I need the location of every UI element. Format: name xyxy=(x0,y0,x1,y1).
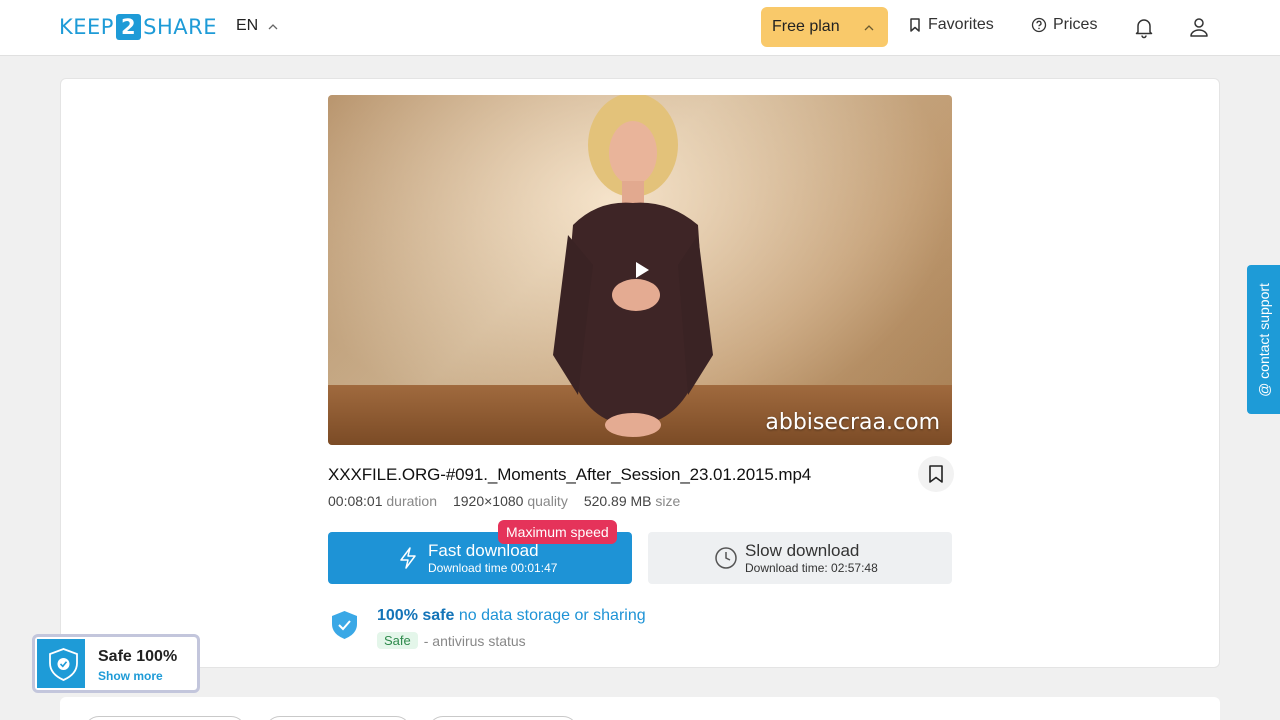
quality-label: quality xyxy=(527,493,568,509)
language-selector[interactable]: EN xyxy=(236,17,278,35)
safe-popup-icon-box xyxy=(37,639,85,688)
video-watermark: abbisecraa.com xyxy=(765,410,940,435)
shield-check-icon xyxy=(49,648,78,681)
contact-support-label: @ contact support xyxy=(1255,282,1272,397)
logo-text-right: SHARE xyxy=(143,15,217,39)
bookmark-icon xyxy=(910,18,920,32)
bell-icon[interactable] xyxy=(1132,15,1156,39)
file-name: XXXFILE.ORG-#091._Moments_After_Session_… xyxy=(328,465,812,484)
size-value: 520.89 MB xyxy=(583,493,652,509)
duration-meta: 00:08:01 duration xyxy=(328,493,437,509)
free-plan-label: Free plan xyxy=(772,18,840,35)
antivirus-status-text: - antivirus status xyxy=(423,632,526,649)
clock-icon xyxy=(715,547,737,569)
slow-download-button[interactable]: Slow download Download time: 02:57:48 xyxy=(648,532,952,584)
logo-text-left: KEEP xyxy=(59,15,114,39)
bottom-section xyxy=(60,697,1220,720)
quality-meta: 1920×1080 quality xyxy=(453,493,568,509)
quality-value: 1920×1080 xyxy=(452,493,524,509)
chevron-up-icon xyxy=(268,23,278,29)
help-circle-icon xyxy=(1031,17,1047,33)
slow-download-time: Download time: 02:57:48 xyxy=(745,561,878,575)
bottom-tab[interactable] xyxy=(265,716,411,720)
bottom-tab[interactable] xyxy=(428,716,578,720)
bottom-tab[interactable] xyxy=(84,716,246,720)
free-plan-button[interactable]: Free plan xyxy=(761,7,888,47)
safe-popup-title: Safe 100% xyxy=(98,648,178,665)
video-preview[interactable]: abbisecraa.com xyxy=(328,95,952,445)
slow-download-label: Slow download xyxy=(745,541,860,560)
safe-100-popup[interactable]: Safe 100% Show more xyxy=(32,634,200,693)
chevron-up-icon xyxy=(864,24,874,30)
language-label: EN xyxy=(236,17,259,34)
bookmark-icon xyxy=(929,465,943,483)
favorites-link[interactable]: Favorites xyxy=(908,16,994,34)
contact-support-tab[interactable]: @ contact support xyxy=(1247,265,1280,414)
top-header: KEEP 2 SHARE EN Free plan Favorites Pric… xyxy=(0,0,1280,56)
safety-rest[interactable]: no data storage or sharing xyxy=(459,607,646,624)
logo-text-mid: 2 xyxy=(115,14,142,40)
lightning-icon xyxy=(400,547,416,569)
safety-strong: 100% safe xyxy=(377,607,455,624)
fast-download-time: Download time 00:01:47 xyxy=(428,561,558,575)
user-icon[interactable] xyxy=(1187,15,1211,39)
file-meta: 00:08:01 duration 1920×1080 quality 520.… xyxy=(328,493,680,509)
keep2share-logo[interactable]: KEEP 2 SHARE xyxy=(59,14,217,40)
prices-link[interactable]: Prices xyxy=(1031,16,1097,34)
size-label: size xyxy=(655,493,681,509)
show-more-link[interactable]: Show more xyxy=(98,669,163,683)
play-icon[interactable] xyxy=(632,260,652,280)
antivirus-status: Safe - antivirus status xyxy=(377,632,526,649)
size-meta: 520.89 MB size xyxy=(584,493,681,509)
shield-check-icon xyxy=(332,611,357,639)
duration-value: 00:08:01 xyxy=(328,493,383,509)
safety-headline: 100% safe no data storage or sharing xyxy=(377,607,646,625)
duration-label: duration xyxy=(386,493,437,509)
prices-label: Prices xyxy=(1053,16,1098,33)
fast-download-label: Fast download xyxy=(428,541,539,560)
favorites-label: Favorites xyxy=(928,16,994,33)
safe-tag: Safe xyxy=(377,632,418,649)
maximum-speed-badge: Maximum speed xyxy=(498,520,617,544)
add-to-favorites-button[interactable] xyxy=(918,456,954,492)
